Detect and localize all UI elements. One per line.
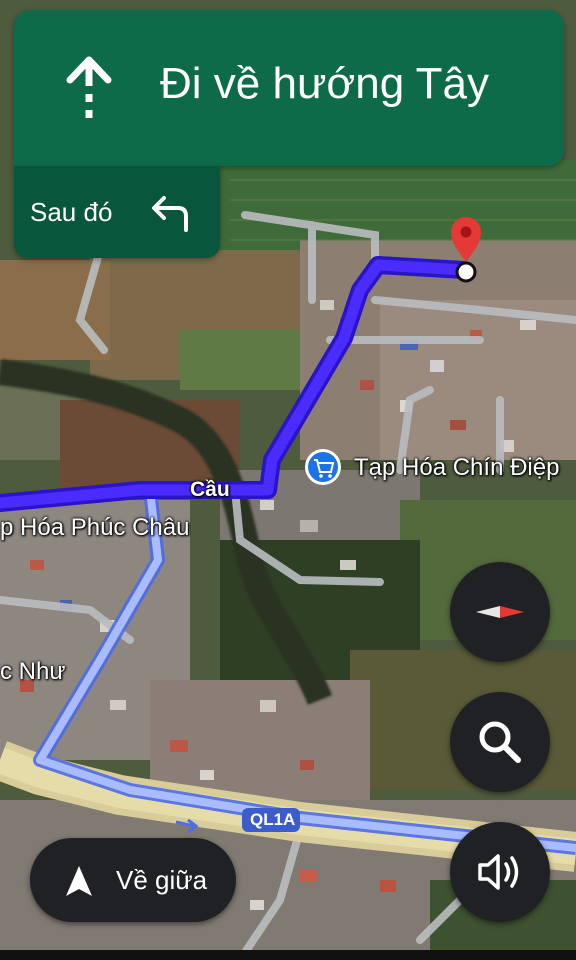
- shopping-cart-icon[interactable]: [305, 449, 341, 485]
- recenter-button[interactable]: Về giữa: [30, 838, 236, 922]
- place-label: c Như: [0, 658, 66, 685]
- turn-left-icon: [152, 196, 188, 232]
- compass-button[interactable]: [450, 562, 550, 662]
- compass-icon: [476, 606, 524, 618]
- bottom-sheet-edge: [0, 950, 576, 960]
- bridge-label: Cầu: [190, 478, 230, 501]
- sound-button[interactable]: [450, 822, 550, 922]
- store-label-phuc-chau[interactable]: p Hóa Phúc Châu: [0, 514, 189, 542]
- road-label: QL1A: [250, 810, 296, 829]
- search-button[interactable]: [450, 692, 550, 792]
- next-step-label: Sau đó: [30, 197, 113, 227]
- search-icon: [479, 721, 521, 763]
- arrow-up-icon: [66, 56, 112, 118]
- navigation-arrow-icon: [66, 866, 92, 896]
- speaker-icon: [478, 854, 519, 890]
- recenter-label: Về giữa: [116, 865, 208, 895]
- primary-instruction: Đi về hướng Tây: [160, 59, 489, 108]
- store-label-chin-diep[interactable]: Tạp Hóa Chín Điệp: [354, 454, 559, 482]
